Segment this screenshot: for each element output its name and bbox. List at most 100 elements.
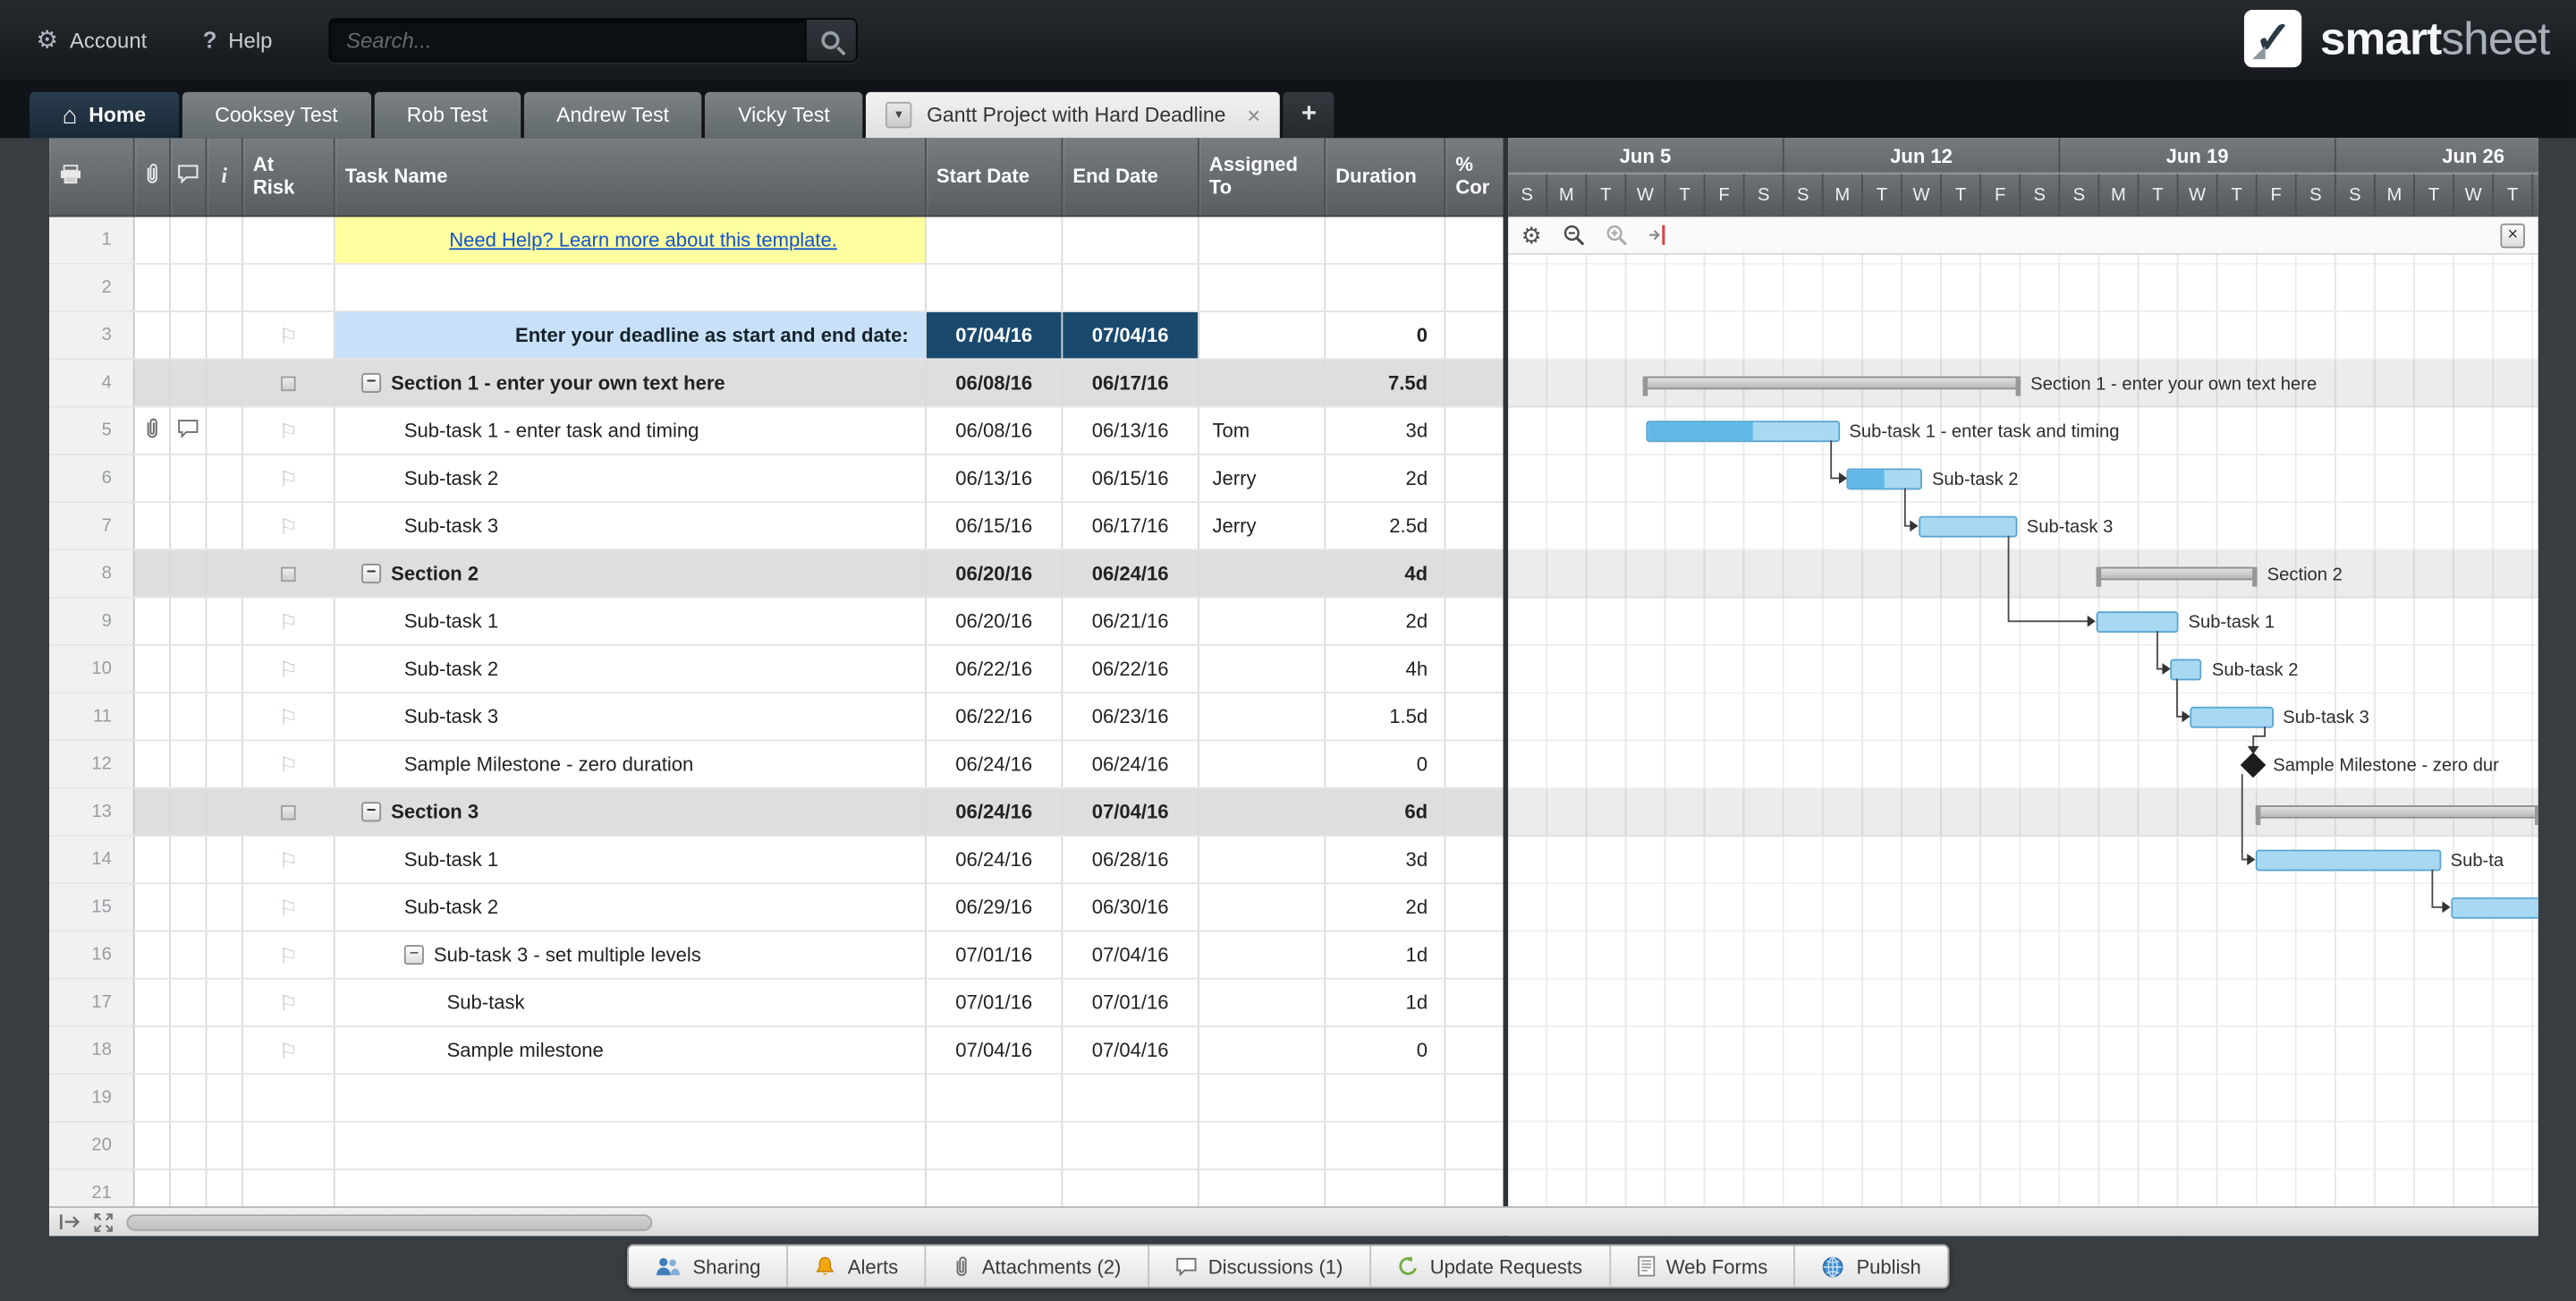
info-cell[interactable]: [207, 1122, 243, 1169]
column-header-end-date[interactable]: End Date: [1063, 138, 1199, 216]
comment-cell[interactable]: [171, 884, 208, 931]
assigned-to-cell[interactable]: [1199, 931, 1326, 978]
column-header-attachments[interactable]: [135, 138, 172, 216]
zoom-in-icon[interactable]: [1605, 224, 1628, 247]
duration-cell[interactable]: 2.5d: [1326, 503, 1446, 549]
percent-complete-cell[interactable]: [1445, 693, 1503, 739]
task-name-cell[interactable]: Sample Milestone - zero duration: [335, 741, 927, 787]
end-date-cell[interactable]: [1063, 264, 1199, 311]
scrollbar-thumb[interactable]: [126, 1213, 653, 1230]
duration-cell[interactable]: [1326, 1122, 1446, 1169]
end-date-cell[interactable]: 06/21/16: [1063, 598, 1199, 644]
comment-cell[interactable]: [171, 979, 208, 1026]
percent-complete-cell[interactable]: [1445, 837, 1503, 882]
task-name-cell[interactable]: − Section 3: [335, 788, 927, 836]
end-date-cell[interactable]: 06/17/16: [1063, 503, 1199, 549]
start-date-cell[interactable]: 07/04/16: [926, 311, 1063, 359]
zoom-out-icon[interactable]: [1562, 224, 1585, 247]
percent-complete-cell[interactable]: [1445, 1027, 1503, 1073]
comment-cell[interactable]: [171, 1122, 208, 1169]
at-risk-cell[interactable]: [242, 550, 335, 597]
task-name-cell[interactable]: Sub-task 2: [335, 645, 927, 693]
row-number[interactable]: 5: [49, 407, 135, 454]
collapse-toggle[interactable]: −: [361, 802, 382, 822]
expand-icon[interactable]: [94, 1212, 114, 1232]
alerts-button[interactable]: Alerts: [789, 1246, 927, 1288]
assigned-to-cell[interactable]: [1199, 979, 1326, 1026]
start-date-cell[interactable]: 06/15/16: [927, 503, 1063, 549]
tab-close-icon[interactable]: ×: [1247, 102, 1260, 128]
start-date-cell[interactable]: [927, 1075, 1063, 1121]
discussions-1-button[interactable]: Discussions (1): [1149, 1246, 1371, 1288]
duration-cell[interactable]: 2d: [1326, 598, 1446, 644]
assigned-to-cell[interactable]: [1199, 884, 1326, 931]
at-risk-cell[interactable]: ⚐: [243, 741, 335, 787]
duration-cell[interactable]: 2d: [1326, 884, 1446, 931]
row-number[interactable]: 13: [49, 788, 135, 836]
gantt-day-label[interactable]: T: [2139, 174, 2179, 217]
column-header-row-numbers[interactable]: [49, 138, 135, 216]
start-date-cell[interactable]: [927, 264, 1063, 311]
attachment-cell[interactable]: [135, 693, 172, 740]
assigned-to-cell[interactable]: [1199, 693, 1326, 740]
comment-cell[interactable]: [171, 598, 208, 644]
comment-cell[interactable]: [171, 360, 208, 406]
gantt-day-label[interactable]: W: [2178, 174, 2218, 217]
assigned-to-cell[interactable]: [1199, 1026, 1326, 1074]
percent-complete-cell[interactable]: [1445, 741, 1503, 787]
column-header-start-date[interactable]: Start Date: [927, 138, 1063, 216]
start-date-cell[interactable]: 06/08/16: [926, 360, 1063, 406]
gantt-week-label[interactable]: Jun 26: [2336, 138, 2538, 173]
duration-cell[interactable]: 0: [1326, 741, 1446, 787]
gantt-day-label[interactable]: T: [2415, 174, 2455, 217]
percent-complete-cell[interactable]: [1445, 217, 1503, 262]
percent-complete-cell[interactable]: [1445, 550, 1504, 597]
end-date-cell[interactable]: 06/17/16: [1063, 360, 1199, 406]
comment-cell[interactable]: [171, 217, 208, 263]
comment-cell[interactable]: [171, 264, 208, 311]
row-number[interactable]: 3: [49, 311, 135, 359]
end-date-cell[interactable]: 06/30/16: [1063, 884, 1199, 931]
task-name-cell[interactable]: Need Help? Learn more about this templat…: [335, 217, 927, 263]
end-date-cell[interactable]: 07/04/16: [1063, 931, 1199, 978]
row-number[interactable]: 7: [49, 503, 135, 549]
web-forms-button[interactable]: Web Forms: [1610, 1246, 1796, 1288]
comment-cell[interactable]: [171, 1026, 208, 1074]
row-number[interactable]: 15: [49, 884, 135, 931]
start-date-cell[interactable]: 06/20/16: [926, 550, 1063, 597]
help-link[interactable]: Need Help? Learn more about this templat…: [449, 228, 837, 251]
gantt-week-label[interactable]: Jun 19: [2060, 138, 2336, 173]
percent-complete-cell[interactable]: [1445, 788, 1504, 836]
assigned-to-cell[interactable]: [1199, 645, 1326, 693]
row-number[interactable]: 14: [49, 836, 135, 883]
attachment-cell[interactable]: [135, 311, 172, 359]
column-header-duration[interactable]: Duration: [1326, 138, 1446, 216]
at-risk-cell[interactable]: [243, 217, 335, 263]
info-cell[interactable]: [207, 645, 243, 693]
duration-cell[interactable]: [1326, 1075, 1446, 1121]
comment-cell[interactable]: [171, 931, 208, 978]
attachment-cell[interactable]: [135, 979, 172, 1026]
duration-cell[interactable]: [1326, 264, 1446, 311]
row-number[interactable]: 2: [49, 264, 135, 311]
publish-button[interactable]: Publish: [1795, 1246, 1947, 1287]
tab-rob-test[interactable]: Rob Test: [374, 91, 521, 139]
at-risk-cell[interactable]: [242, 360, 335, 406]
attachment-cell[interactable]: [135, 884, 172, 931]
collapse-toggle[interactable]: −: [403, 945, 424, 965]
duration-cell[interactable]: 2d: [1326, 455, 1446, 502]
row-number[interactable]: 10: [49, 645, 135, 693]
comment-cell[interactable]: [171, 1075, 208, 1121]
start-date-cell[interactable]: 06/24/16: [927, 741, 1063, 787]
comment-cell[interactable]: [171, 503, 208, 549]
duration-cell[interactable]: 1.5d: [1326, 693, 1446, 740]
at-risk-cell[interactable]: [243, 1122, 335, 1169]
attachment-cell[interactable]: [135, 741, 172, 787]
duration-cell[interactable]: 1d: [1326, 979, 1446, 1026]
attachment-cell[interactable]: [135, 217, 172, 263]
attachment-cell[interactable]: [135, 1075, 172, 1121]
row-number[interactable]: 17: [49, 979, 135, 1026]
tab-dropdown-button[interactable]: ▼: [886, 101, 912, 129]
at-risk-cell[interactable]: ⚐: [243, 645, 335, 693]
comment-cell[interactable]: [171, 741, 208, 787]
